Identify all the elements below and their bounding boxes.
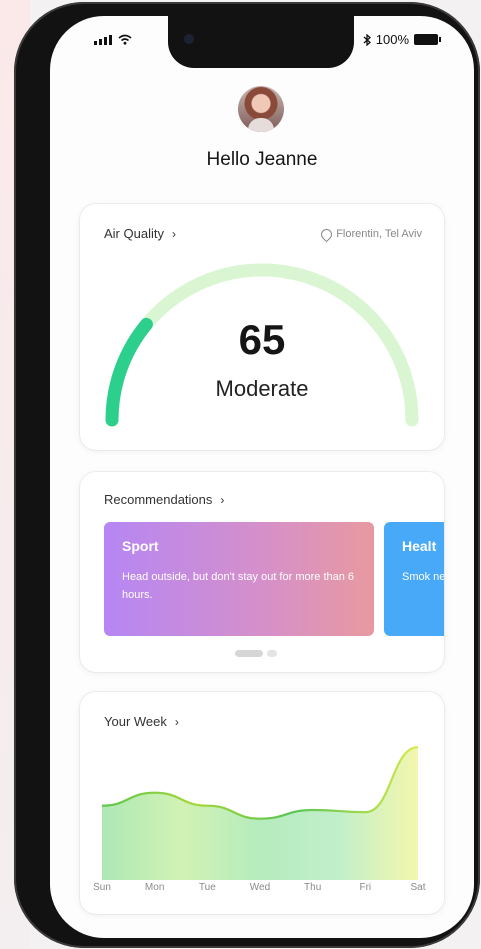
air-quality-card[interactable]: Air Quality › Florentin, Tel Aviv 65 Mod…	[80, 204, 444, 450]
bluetooth-icon	[363, 33, 371, 46]
phone-frame: 100% Hello Jeanne Air Quality › Florenti…	[14, 2, 480, 948]
day-label-sun: Sun	[93, 882, 111, 893]
recommendation-text: Head outside, but don't stay out for mor…	[122, 571, 355, 601]
day-label-thu: Thu	[304, 882, 322, 893]
greeting-text: Hello Jeanne	[206, 149, 318, 170]
battery-percent: 100%	[375, 32, 409, 47]
air-quality-level: Moderate	[215, 376, 309, 401]
carousel-pagination[interactable]	[235, 650, 277, 657]
recommendation-title: Healt	[402, 538, 437, 554]
signal-icon	[94, 35, 112, 45]
app-screen: 100% Hello Jeanne Air Quality › Florenti…	[50, 16, 474, 938]
recommendation-card-sport[interactable]: Sport Head outside, but don't stay out f…	[104, 522, 374, 636]
day-label-wed: Wed	[249, 882, 271, 893]
chevron-right-icon: ›	[220, 492, 225, 507]
week-area	[102, 747, 418, 880]
day-label-mon: Mon	[144, 882, 165, 893]
recommendation-card-health[interactable]: Healt Smok negat	[384, 522, 444, 636]
air-quality-value: 65	[238, 316, 286, 363]
camera-icon	[184, 34, 194, 44]
status-bar-left	[94, 34, 132, 45]
day-label-tue: Tue	[198, 882, 216, 893]
wifi-icon	[118, 34, 132, 45]
battery-icon	[414, 34, 441, 45]
day-label-sat: Sat	[410, 882, 426, 893]
pagination-dot[interactable]	[267, 650, 277, 657]
day-label-fri: Fri	[359, 882, 372, 893]
recommendation-text: Smok negat	[402, 571, 444, 583]
status-bar-right: 100%	[363, 32, 441, 47]
notch	[168, 16, 354, 68]
your-week-card[interactable]: Your Week › Sun Mon Tue Wed Thu Fri Sat	[80, 692, 444, 914]
week-chart	[101, 746, 419, 880]
recommendation-title: Sport	[122, 538, 159, 554]
recommendations-card: Recommendations › Sport Head outside, bu…	[80, 472, 444, 672]
recommendations-title[interactable]: Recommendations ›	[104, 492, 224, 507]
avatar[interactable]	[238, 86, 284, 132]
pagination-dot-active[interactable]	[235, 650, 263, 657]
recommendations-title-label: Recommendations	[104, 492, 213, 507]
